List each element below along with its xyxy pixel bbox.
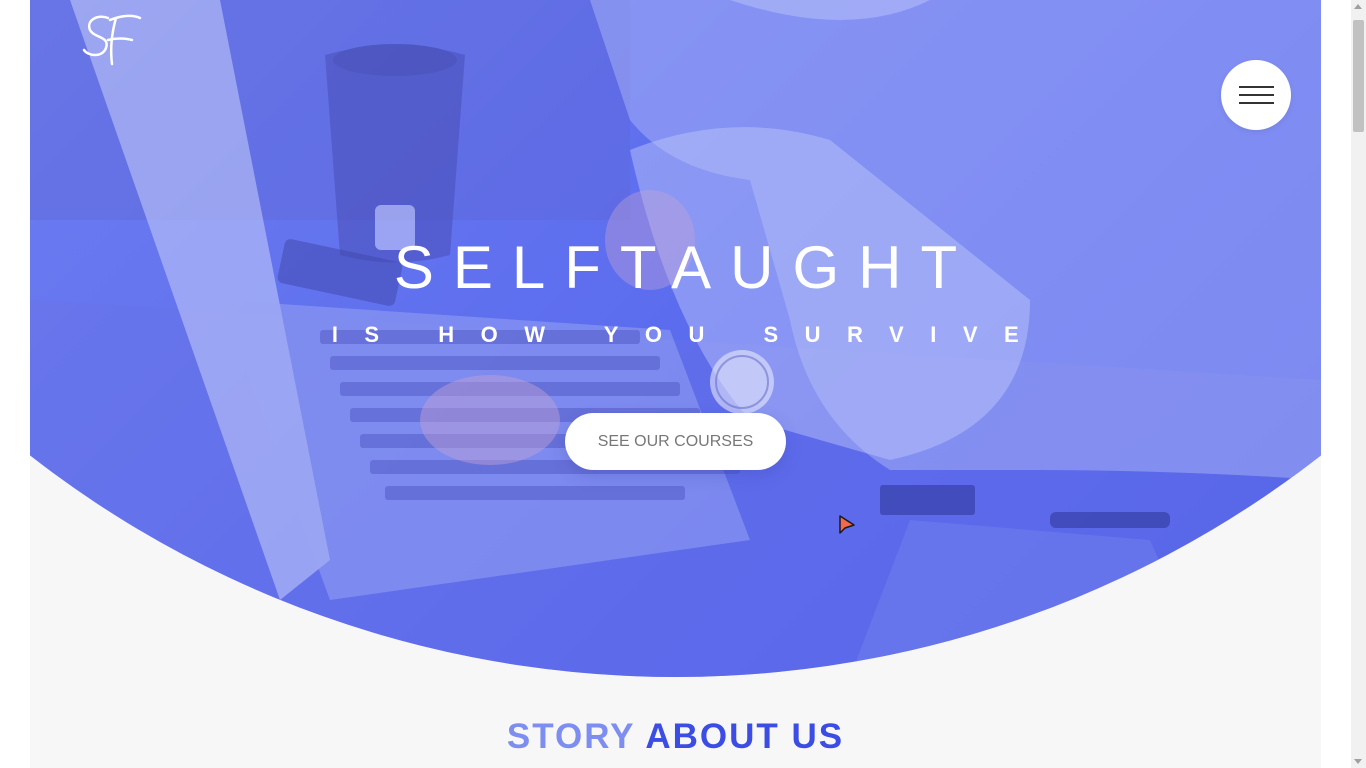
menu-button[interactable] bbox=[1221, 60, 1291, 130]
scroll-down-arrow-icon[interactable] bbox=[1354, 759, 1362, 764]
hero-subtitle: IS HOW YOU SURVIVE bbox=[331, 322, 1046, 347]
page: SELFTAUGHT IS HOW YOU SURVIVE SEE OUR CO… bbox=[30, 0, 1321, 768]
hamburger-icon bbox=[1238, 86, 1274, 88]
logo-icon[interactable] bbox=[80, 10, 144, 70]
story-heading: STORY ABOUT US bbox=[30, 717, 1321, 757]
hero-title: SELFTAUGHT bbox=[393, 234, 977, 301]
scrollbar-thumb[interactable] bbox=[1353, 20, 1364, 132]
hamburger-icon bbox=[1238, 94, 1274, 96]
mouse-cursor-icon bbox=[839, 515, 855, 534]
story-heading-part1: STORY bbox=[506, 717, 635, 756]
vertical-scrollbar[interactable] bbox=[1351, 0, 1366, 768]
see-courses-button[interactable]: SEE OUR COURSES bbox=[565, 413, 786, 470]
scroll-up-arrow-icon[interactable] bbox=[1354, 4, 1362, 9]
story-heading-part2: ABOUT US bbox=[645, 717, 845, 756]
hamburger-icon bbox=[1238, 102, 1274, 104]
